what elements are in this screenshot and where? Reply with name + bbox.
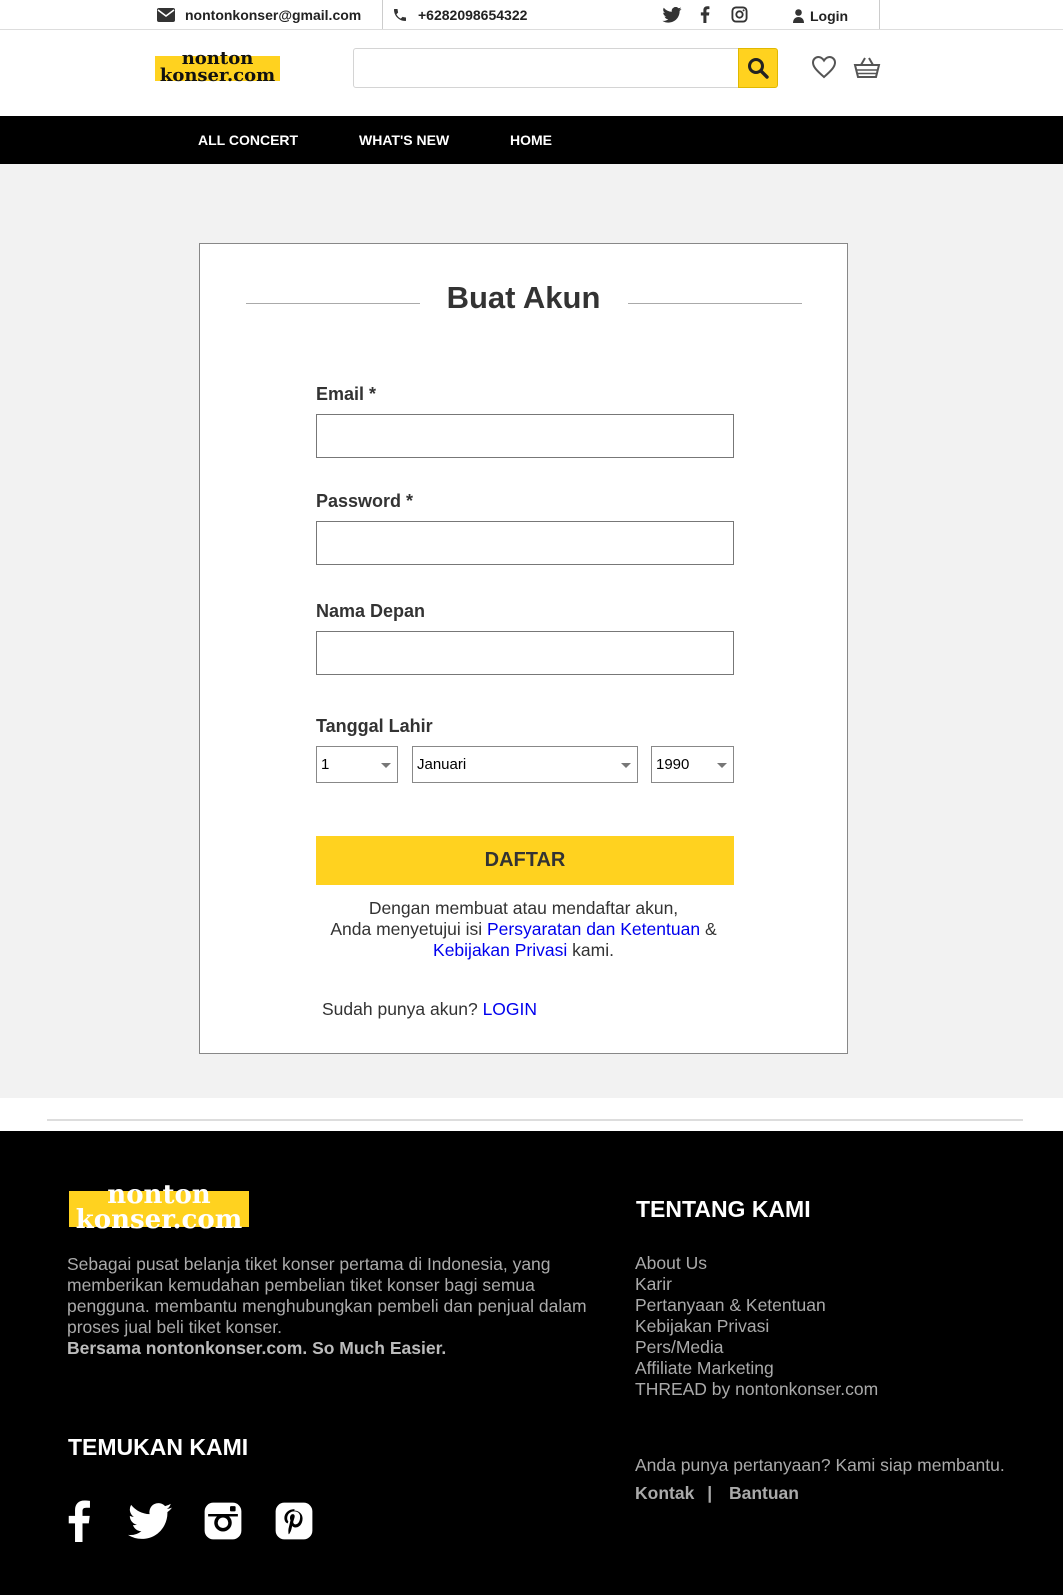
login-label: Login xyxy=(810,7,849,24)
password-field[interactable] xyxy=(316,521,734,565)
terms-line-2-pre: Anda menyetujui isi xyxy=(330,919,483,939)
footer-links: About Us Karir Pertanyaan & Ketentuan Ke… xyxy=(635,1253,878,1400)
terms-line-2-post: & xyxy=(704,919,717,939)
user-icon xyxy=(793,8,804,23)
contact-email-text: nontonkonser@gmail.com xyxy=(185,6,362,23)
help-link[interactable]: Bantuan xyxy=(729,1483,799,1503)
nav-item-whats-new[interactable]: WHAT'S NEW xyxy=(359,116,449,164)
login-link[interactable]: Login xyxy=(793,1,848,30)
footer-link-pers[interactable]: Pers/Media xyxy=(635,1337,878,1358)
main-nav: ALL CONCERT WHAT'S NEW HOME xyxy=(0,116,1063,164)
contact-phone[interactable]: +6282098654322 xyxy=(392,0,527,29)
chevron-down-icon xyxy=(621,763,631,768)
email-field[interactable] xyxy=(316,414,734,458)
wishlist-button[interactable] xyxy=(811,54,837,80)
site-footer: nonton konser.com Sebagai pusat belanja … xyxy=(0,1131,1063,1595)
email-label: Email * xyxy=(316,384,377,404)
facebook-link[interactable] xyxy=(700,0,720,29)
search-input[interactable] xyxy=(353,48,739,88)
contact-phone-text: +6282098654322 xyxy=(418,6,528,23)
birth-month-select[interactable]: Januari xyxy=(412,746,638,783)
site-logo[interactable]: nonton konser.com xyxy=(155,49,280,85)
have-account-label: Sudah punya akun? xyxy=(322,999,478,1019)
footer-facebook-link[interactable] xyxy=(64,1498,94,1544)
contact-separator: | xyxy=(707,1483,713,1503)
site-header: nonton konser.com xyxy=(0,30,1063,116)
footer-tagline: Bersama nontonkonser.com. So Much Easier… xyxy=(67,1338,447,1358)
envelope-icon xyxy=(157,7,175,22)
footer-link-affiliate[interactable]: Affiliate Marketing xyxy=(635,1358,878,1379)
pinterest-icon xyxy=(275,1502,313,1540)
logo-wordmark: nonton konser.com xyxy=(155,49,280,87)
footer-logo[interactable]: nonton konser.com xyxy=(69,1182,249,1233)
footer-logo-line-1: nonton xyxy=(107,1180,211,1210)
contact-email[interactable]: nontonkonser@gmail.com xyxy=(157,0,361,29)
footer-divider xyxy=(47,1119,1023,1121)
birth-day-select[interactable]: 1 xyxy=(316,746,398,783)
first-name-field[interactable] xyxy=(316,631,734,675)
footer-link-thread[interactable]: THREAD by nontonkonser.com xyxy=(635,1379,878,1400)
search-icon xyxy=(748,58,769,79)
basket-icon xyxy=(853,57,881,78)
logo-line-2: konser.com xyxy=(159,65,276,87)
instagram-icon xyxy=(204,1502,242,1540)
register-card: Buat Akun Email * Password * Nama Depan … xyxy=(199,243,848,1054)
footer-about: Sebagai pusat belanja tiket konser perta… xyxy=(67,1254,587,1359)
top-bar: nontonkonser@gmail.com +6282098654322 Lo… xyxy=(0,0,1063,30)
search-button[interactable] xyxy=(738,48,778,88)
phone-icon xyxy=(394,8,406,21)
contact-link[interactable]: Kontak xyxy=(635,1483,694,1503)
twitter-icon xyxy=(662,6,682,23)
birth-year-value: 1990 xyxy=(656,756,690,773)
facebook-icon xyxy=(68,1500,90,1542)
footer-pinterest-link[interactable] xyxy=(272,1498,316,1544)
footer-link-pertanyaan[interactable]: Pertanyaan & Ketentuan xyxy=(635,1295,878,1316)
instagram-link[interactable] xyxy=(731,0,758,29)
nav-item-home[interactable]: HOME xyxy=(510,116,552,164)
footer-logo-line-2: konser.com xyxy=(75,1204,243,1235)
topbar-divider xyxy=(879,0,880,29)
terms-line-1: Dengan membuat atau mendaftar akun, xyxy=(368,898,679,918)
footer-logo-wordmark: nonton konser.com xyxy=(69,1180,249,1235)
twitter-icon xyxy=(128,1502,172,1539)
topbar-divider xyxy=(382,0,383,29)
terms-line-3: Kebijakan Privasi kami. xyxy=(200,940,847,961)
footer-link-karir[interactable]: Karir xyxy=(635,1274,878,1295)
cart-button[interactable] xyxy=(852,54,882,80)
footer-about-text: Sebagai pusat belanja tiket konser perta… xyxy=(67,1254,587,1337)
birth-year-select[interactable]: 1990 xyxy=(651,746,734,783)
find-us-heading: TEMUKAN KAMI xyxy=(68,1434,249,1460)
about-heading: TENTANG KAMI xyxy=(636,1196,811,1222)
terms-line-2: Anda menyetujui isi Persyaratan dan Kete… xyxy=(200,919,847,940)
birth-day-value: 1 xyxy=(321,756,330,773)
footer-instagram-link[interactable] xyxy=(201,1498,245,1544)
chevron-down-icon xyxy=(381,763,391,768)
footer-link-about-us[interactable]: About Us xyxy=(635,1253,878,1274)
have-account-text: Sudah punya akun? LOGIN xyxy=(322,999,537,1020)
birth-month-value: Januari xyxy=(417,756,467,773)
login-link-bottom[interactable]: LOGIN xyxy=(483,999,537,1019)
terms-line-3-post: kami. xyxy=(572,940,614,960)
main-content: Buat Akun Email * Password * Nama Depan … xyxy=(0,164,1063,1098)
instagram-icon xyxy=(731,6,748,23)
page-title: Buat Akun xyxy=(446,280,601,315)
password-label: Password * xyxy=(316,491,414,511)
chevron-down-icon xyxy=(717,763,727,768)
facebook-icon xyxy=(700,6,710,23)
terms-link[interactable]: Persyaratan dan Ketentuan xyxy=(487,919,700,939)
birthdate-label: Tanggal Lahir xyxy=(316,716,433,736)
heart-icon xyxy=(811,55,837,79)
privacy-link[interactable]: Kebijakan Privasi xyxy=(433,940,567,960)
first-name-label: Nama Depan xyxy=(316,601,426,621)
nav-item-all-concert[interactable]: ALL CONCERT xyxy=(198,116,298,164)
footer-link-kebijakan[interactable]: Kebijakan Privasi xyxy=(635,1316,878,1337)
register-button[interactable]: DAFTAR xyxy=(316,836,734,885)
footer-twitter-link[interactable] xyxy=(127,1498,173,1544)
footer-contact-row: Kontak | Bantuan xyxy=(635,1483,799,1504)
terms-text: Dengan membuat atau mendaftar akun, Anda… xyxy=(200,898,847,961)
footer-question: Anda punya pertanyaan? Kami siap membant… xyxy=(635,1455,1005,1475)
twitter-link[interactable] xyxy=(662,0,692,29)
